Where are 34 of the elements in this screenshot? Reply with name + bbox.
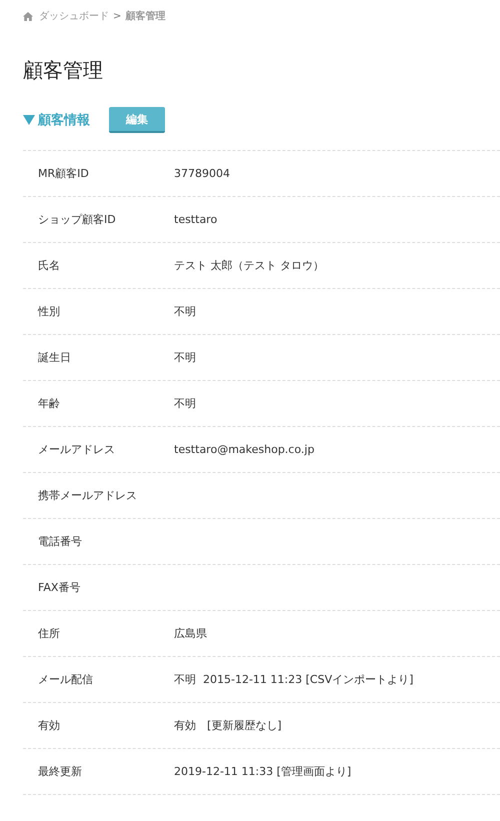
- field-value: 2019-12-11 11:33 [管理画面より]: [174, 764, 352, 779]
- triangle-icon: [23, 115, 35, 125]
- field-label: 有効: [37, 718, 61, 733]
- field-value: 不明: [174, 304, 196, 319]
- field-value: testtaro@makeshop.co.jp: [174, 443, 314, 456]
- field-label: MR顧客ID: [37, 166, 90, 181]
- field-label: 性別: [36, 304, 61, 319]
- field-value: 不明: [174, 350, 196, 365]
- field-value: testtaro: [174, 213, 218, 226]
- edit-button[interactable]: 編集: [109, 107, 165, 133]
- field-value: 広島県: [174, 626, 207, 641]
- section-toggle[interactable]: 顧客情報: [23, 111, 109, 129]
- field-value: 不明 2015-12-11 11:23 [CSVインポートより]: [174, 672, 414, 687]
- field-value: 有効 [更新履歴なし]: [174, 718, 282, 733]
- field-label: メール配信: [37, 672, 94, 687]
- field-label: 年齢: [37, 396, 61, 411]
- field-label: ショップ顧客ID: [37, 212, 117, 227]
- field-label: 電話番号: [37, 534, 83, 549]
- field-label: 誕生日: [37, 350, 72, 365]
- breadcrumb-separator: >: [113, 10, 122, 22]
- section-title: 顧客情報: [38, 112, 90, 129]
- field-label: 最終更新: [37, 764, 83, 779]
- breadcrumb-link[interactable]: ダッシュボード: [39, 9, 109, 23]
- field-label: 携帯メールアドレス: [37, 488, 138, 503]
- page-title: 顧客管理: [23, 57, 104, 83]
- field-label: 住所: [37, 626, 61, 641]
- field-label: 氏名: [37, 258, 61, 273]
- field-value: 37789004: [174, 167, 230, 180]
- field-label: メールアドレス: [37, 442, 116, 457]
- home-icon: [23, 12, 33, 20]
- field-value: テスト 太郎（テスト タロウ）: [174, 258, 324, 273]
- breadcrumb-current[interactable]: 顧客管理: [125, 9, 166, 23]
- field-value: 不明: [174, 396, 196, 411]
- field-label: FAX番号: [37, 580, 82, 595]
